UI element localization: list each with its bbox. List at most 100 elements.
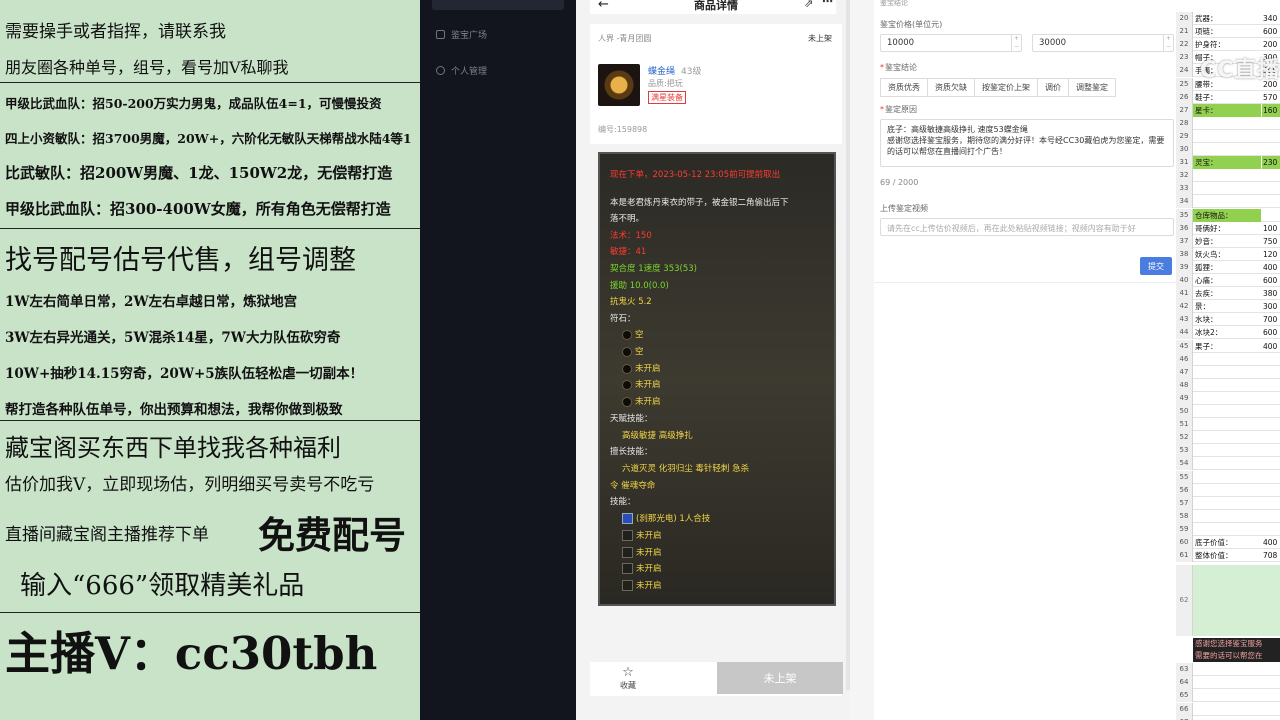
cell-label[interactable]: 仓库物品： — [1193, 208, 1261, 222]
cell-value[interactable]: 700 — [1263, 313, 1277, 326]
cell-value[interactable]: 200 — [1263, 38, 1277, 51]
more-icon[interactable]: ⋯ — [822, 0, 833, 8]
cell-value[interactable]: 230 — [1262, 156, 1280, 170]
sheet-row[interactable]: 57 — [1176, 496, 1280, 510]
sheet-row[interactable]: 60 底子价值： 400 — [1176, 536, 1280, 549]
sheet-row[interactable]: 45 果子： 400 — [1176, 339, 1280, 353]
option-list-at-price[interactable]: 按鉴定价上架 — [974, 78, 1038, 97]
sheet-row[interactable]: 58 — [1176, 509, 1280, 523]
cell-label[interactable]: 星卡： — [1193, 103, 1261, 117]
share-icon[interactable]: ⇗ — [804, 0, 813, 10]
cell-label[interactable]: 冰块2： — [1195, 326, 1222, 339]
cell-value[interactable]: 340 — [1263, 12, 1277, 25]
cell-value[interactable]: 400 — [1263, 340, 1277, 353]
cell-label[interactable]: 底子价值： — [1195, 536, 1233, 549]
cell-value[interactable]: 100 — [1263, 222, 1277, 235]
back-arrow-icon[interactable]: ← — [598, 0, 609, 12]
sheet-row[interactable]: 42 景： 300 — [1176, 300, 1280, 314]
sidebar-item-appraisal-square[interactable]: 鉴宝广场 — [436, 28, 487, 41]
sheet-row[interactable]: 39 狐狸： 400 — [1176, 260, 1280, 274]
cell-value[interactable]: 120 — [1263, 248, 1277, 261]
sheet-row[interactable]: 50 — [1176, 405, 1280, 418]
favorite-button[interactable]: ☆ 收藏 — [620, 666, 636, 691]
cell-value[interactable]: 380 — [1263, 287, 1277, 300]
sheet-row[interactable]: 22 护身符： 200 — [1176, 38, 1280, 52]
price-min-input[interactable]: 10000 + − — [880, 34, 1022, 52]
sheet-row[interactable]: 37 妙音： 750 — [1176, 234, 1280, 248]
option-excellent[interactable]: 资质优秀 — [880, 78, 928, 97]
sheet-row[interactable]: 27 星卡： 160 — [1176, 103, 1280, 117]
cell-label[interactable]: 灵宝： — [1193, 156, 1261, 170]
cell-label[interactable]: 心痛： — [1195, 274, 1218, 287]
sheet-row[interactable]: 66 — [1176, 702, 1280, 716]
sheet-row[interactable]: 20 武器： 340 — [1176, 12, 1280, 25]
sheet-row[interactable]: 40 心痛： 600 — [1176, 274, 1280, 287]
sheet-row[interactable]: 55 — [1176, 470, 1280, 484]
sheet-row[interactable]: 44 冰块2： 600 — [1176, 326, 1280, 340]
cell-note[interactable]: 需要的话可以帮您在 — [1193, 650, 1280, 662]
sheet-row[interactable]: 30 — [1176, 143, 1280, 156]
reason-textarea[interactable]: 底子：高级敏捷高级挣扎 速度53蝶金绳 感谢您选择鉴宝服务，期待您的满分好评！本… — [880, 119, 1174, 167]
sheet-row[interactable]: 56 — [1176, 483, 1280, 497]
sheet-row[interactable]: 52 — [1176, 431, 1280, 445]
sheet-row[interactable]: 49 — [1176, 391, 1280, 405]
option-lacking[interactable]: 资质欠缺 — [927, 78, 975, 97]
cell-label[interactable]: 妙音： — [1195, 235, 1218, 248]
sheet-row[interactable]: 29 — [1176, 129, 1280, 143]
sheet-row[interactable]: 54 — [1176, 457, 1280, 471]
cell-value[interactable]: 160 — [1262, 103, 1280, 117]
stepper-icon[interactable]: + − — [1163, 35, 1173, 51]
cell-label[interactable]: 整体价值： — [1195, 549, 1233, 562]
sheet-row[interactable]: 59 — [1176, 522, 1280, 536]
sheet-row[interactable]: 46 — [1176, 352, 1280, 366]
sheet-row[interactable]: 47 — [1176, 365, 1280, 379]
cell-value[interactable]: 570 — [1263, 91, 1277, 104]
merged-row[interactable]: 62 — [1176, 565, 1280, 636]
sheet-row[interactable]: 67 — [1176, 715, 1280, 720]
submit-button[interactable]: 提交 — [1140, 257, 1172, 275]
cell-value[interactable]: 600 — [1263, 25, 1277, 38]
cell-value[interactable]: 600 — [1263, 274, 1277, 287]
cell-value[interactable]: 708 — [1263, 549, 1277, 562]
price-max-input[interactable]: 30000 + − — [1032, 34, 1174, 52]
unlisted-button[interactable]: 未上架 — [717, 662, 843, 694]
cell-label[interactable]: 护身符： — [1195, 38, 1225, 51]
sheet-row[interactable]: 36 哥俩好： 100 — [1176, 221, 1280, 235]
option-adjust-appraisal[interactable]: 调整鉴定 — [1068, 78, 1116, 97]
sheet-row[interactable]: 26 鞋子： 570 — [1176, 90, 1280, 104]
sheet-row[interactable]: 33 — [1176, 182, 1280, 196]
sheet-row[interactable]: 51 — [1176, 418, 1280, 432]
sheet-row[interactable]: 48 — [1176, 378, 1280, 392]
sheet-row[interactable]: 65 — [1176, 689, 1280, 703]
sheet-row[interactable]: 61 整体价值： 708 — [1176, 549, 1280, 563]
cell-value[interactable]: 750 — [1263, 235, 1277, 248]
sheet-row[interactable]: 64 — [1176, 676, 1280, 690]
cell-label[interactable]: 水块： — [1195, 313, 1218, 326]
cell-value[interactable]: 400 — [1263, 261, 1277, 274]
stepper-icon[interactable]: + − — [1011, 35, 1021, 51]
sheet-row[interactable]: 38 妖火鸟： 120 — [1176, 247, 1280, 261]
cell-label[interactable]: 狐狸： — [1195, 261, 1218, 274]
sidebar-item-personal[interactable]: 个人管理 — [436, 64, 487, 77]
cell-note[interactable]: 感谢您选择鉴宝服务 — [1193, 638, 1280, 650]
item-name-line[interactable]: 蝶金绳 43级 — [648, 64, 701, 77]
cell-label[interactable]: 项链： — [1195, 25, 1218, 38]
sheet-row[interactable]: 28 — [1176, 116, 1280, 130]
cell-value[interactable]: 600 — [1263, 326, 1277, 339]
cell-value[interactable]: 300 — [1263, 300, 1277, 313]
video-link-input[interactable]: 请先在cc上传估价视频后，再在此处粘贴视频链接；视频内容有助于好 — [880, 218, 1174, 236]
cell-label[interactable]: 果子： — [1195, 340, 1218, 353]
cell-label[interactable]: 去疾： — [1195, 287, 1218, 300]
cell-label[interactable]: 哥俩好： — [1195, 222, 1225, 235]
option-adjust-price[interactable]: 调价 — [1037, 78, 1069, 97]
sheet-row[interactable]: 35 仓库物品： — [1176, 208, 1280, 222]
cell-label[interactable]: 景： — [1195, 300, 1210, 313]
sheet-row[interactable]: 41 去疾： 380 — [1176, 287, 1280, 301]
cell-label[interactable]: 鞋子： — [1195, 91, 1218, 104]
cell-value[interactable]: 400 — [1263, 536, 1277, 549]
sheet-row[interactable]: 21 项链： 600 — [1176, 25, 1280, 39]
sheet-row[interactable]: 63 — [1176, 663, 1280, 676]
sheet-row[interactable]: 53 — [1176, 444, 1280, 458]
cell-label[interactable]: 妖火鸟： — [1195, 248, 1225, 261]
sheet-row[interactable]: 43 水块： 700 — [1176, 313, 1280, 327]
